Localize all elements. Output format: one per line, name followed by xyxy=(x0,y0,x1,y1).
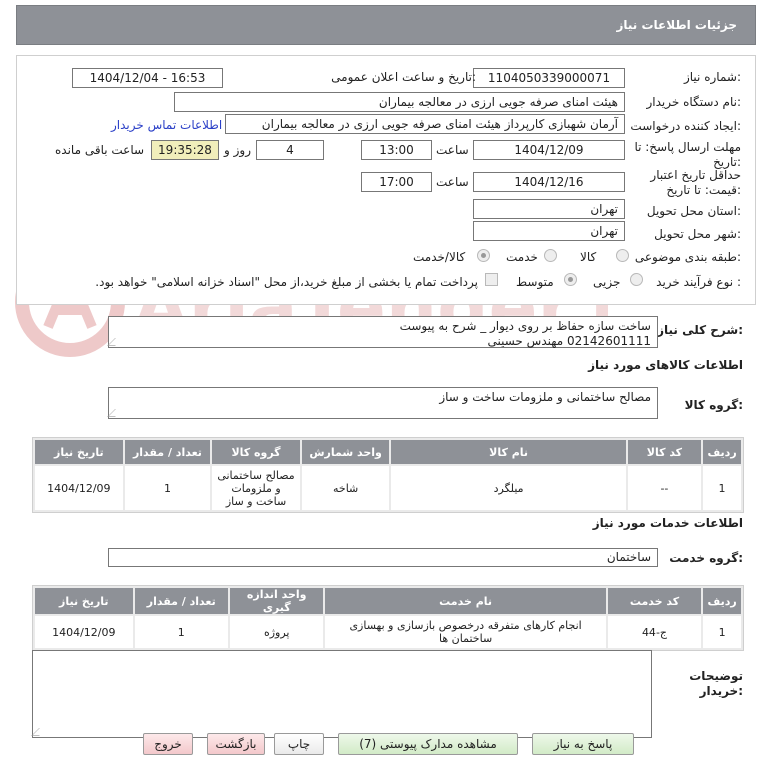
page-title: جزئیات اطلاعات نیاز xyxy=(616,18,737,32)
service-group-label: گروه خدمت: xyxy=(669,551,743,565)
goods-col-unit: واحد شمارش xyxy=(301,440,390,464)
services-col-name: نام خدمت xyxy=(325,588,606,614)
category-radio-goods[interactable] xyxy=(616,249,629,262)
buyer-org-label: نام دستگاه خریدار: xyxy=(646,95,742,109)
table-row: 1 -- میلگرد شاخه مصالح ساختمانی و ملزوما… xyxy=(35,466,741,510)
days-remaining-field: 4 xyxy=(256,140,324,160)
resize-grip-icon[interactable] xyxy=(107,409,123,417)
validity-date-field: 1404/12/16 xyxy=(473,172,625,192)
description-textarea: ساخت سازه حفاظ بر روی دیوار _ شرح به پیو… xyxy=(107,316,658,348)
services-cell-date: 1404/12/09 xyxy=(35,616,133,648)
goods-cell-unit: شاخه xyxy=(301,466,390,510)
description-label: شرح کلی نیاز: xyxy=(657,323,743,337)
buyer-notes-textarea[interactable] xyxy=(31,650,652,738)
goods-table: ردیف کد کالا نام کالا واحد شمارش گروه کا… xyxy=(32,437,744,513)
remaining-time-label: ساعت باقی مانده xyxy=(55,143,145,157)
province-field: تهران xyxy=(473,199,625,219)
need-number-field: 1104050339000071 xyxy=(473,68,625,88)
buyer-org-field: هیئت امنای صرفه جویی ارزی در معالجه بیما… xyxy=(174,92,625,112)
services-col-unit: واحد اندازه گیری xyxy=(230,588,324,614)
services-col-qty: تعداد / مقدار xyxy=(134,588,228,614)
treasury-payment-text: پرداخت تمام یا بخشی از مبلغ خرید،از محل … xyxy=(95,275,478,289)
goods-col-group: گروه کالا xyxy=(212,440,300,464)
deadline-date-field: 1404/12/09 xyxy=(473,140,625,160)
reply-button[interactable]: پاسخ به نیاز xyxy=(532,733,634,755)
services-section-title: اطلاعات خدمات مورد نیاز xyxy=(592,516,743,530)
requester-label: ایجاد کننده درخواست: xyxy=(630,119,741,133)
goods-col-name: نام کالا xyxy=(391,440,626,464)
process-radio-medium[interactable] xyxy=(564,273,577,286)
treasury-payment-checkbox[interactable] xyxy=(485,273,498,286)
process-radio-minor[interactable] xyxy=(630,273,643,286)
service-group-field: ساختمان xyxy=(108,548,658,567)
goods-cell-date: 1404/12/09 xyxy=(35,466,123,510)
category-label: طبقه بندی موضوعی: xyxy=(634,250,741,264)
goods-cell-code: -- xyxy=(627,466,702,510)
city-label: شهر محل تحویل: xyxy=(654,227,741,241)
services-cell-unit: پروژه xyxy=(230,616,324,648)
back-button[interactable]: بازگشت xyxy=(207,733,265,755)
validity-time-field: 17:00 xyxy=(361,172,432,192)
table-row: 1 ج-44 انجام کارهای متفرقه درخصوص بازساز… xyxy=(35,616,741,648)
services-table: ردیف کد خدمت نام خدمت واحد اندازه گیری ت… xyxy=(32,585,744,651)
services-cell-name: انجام کارهای متفرقه درخصوص بازسازی و بهس… xyxy=(325,616,606,648)
process-minor-label: جزیی xyxy=(593,275,621,289)
services-col-date: تاریخ نیاز xyxy=(35,588,133,614)
remaining-time-field: 19:35:28 xyxy=(151,140,219,160)
description-line-1: ساخت سازه حفاظ بر روی دیوار _ شرح به پیو… xyxy=(399,319,651,333)
goods-col-code: کد کالا xyxy=(627,440,702,464)
goods-cell-name: میلگرد xyxy=(391,466,626,510)
validity-time-label: ساعت xyxy=(436,175,469,189)
goods-group-label: گروه کالا: xyxy=(684,398,743,412)
services-cell-row: 1 xyxy=(703,616,741,648)
process-medium-label: متوسط xyxy=(516,275,554,289)
goods-table-header: ردیف کد کالا نام کالا واحد شمارش گروه کا… xyxy=(35,440,741,464)
goods-col-qty: تعداد / مقدار xyxy=(124,440,211,464)
days-label: روز و xyxy=(224,143,251,157)
announce-date-field: 1404/12/04 - 16:53 xyxy=(72,68,223,88)
category-radio-service[interactable] xyxy=(544,249,557,262)
resize-grip-icon[interactable] xyxy=(31,728,47,736)
goods-cell-row: 1 xyxy=(703,466,741,510)
print-button[interactable]: چاپ xyxy=(274,733,324,755)
services-table-header: ردیف کد خدمت نام خدمت واحد اندازه گیری ت… xyxy=(35,588,741,614)
buyer-contact-link[interactable]: اطلاعات تماس خریدار xyxy=(111,118,222,132)
process-type-label: نوع فرآیند خرید : xyxy=(656,275,741,289)
goods-col-row: ردیف xyxy=(703,440,741,464)
province-label: استان محل تحویل: xyxy=(646,204,741,218)
services-cell-code: ج-44 xyxy=(607,616,702,648)
goods-group-field: مصالح ساختمانی و ملزومات ساخت و ساز xyxy=(107,387,658,419)
exit-button[interactable]: خروج xyxy=(143,733,193,755)
city-field: تهران xyxy=(473,221,625,241)
goods-section-title: اطلاعات کالاهای مورد نیاز xyxy=(588,358,743,372)
category-service-label: خدمت xyxy=(506,250,538,264)
services-col-code: کد خدمت xyxy=(607,588,702,614)
goods-group-value: مصالح ساختمانی و ملزومات ساخت و ساز xyxy=(439,390,651,404)
view-attachments-button[interactable]: مشاهده مدارک پیوستی (7) xyxy=(338,733,518,755)
deadline-label: مهلت ارسال پاسخ: تا xyxy=(634,140,741,154)
deadline-time-field: 13:00 xyxy=(361,140,432,160)
page-header: جزئیات اطلاعات نیاز xyxy=(16,5,756,45)
deadline-time-label: ساعت xyxy=(436,143,469,157)
goods-cell-group: مصالح ساختمانی و ملزومات ساخت و ساز xyxy=(212,466,300,510)
announce-date-label: تاریخ و ساعت اعلان عمومی: xyxy=(331,70,476,84)
need-number-label: شماره نیاز: xyxy=(683,70,741,84)
validity-label: حداقل تاریخ اعتبار xyxy=(650,168,741,182)
buyer-notes-label: توضیحات xyxy=(689,669,743,683)
goods-col-date: تاریخ نیاز xyxy=(35,440,123,464)
buyer-notes-label-2: خریدار: xyxy=(699,684,743,698)
category-goods-service-label: کالا/خدمت xyxy=(413,250,466,264)
category-radio-goods-service[interactable] xyxy=(477,249,490,262)
goods-cell-qty: 1 xyxy=(124,466,211,510)
services-cell-qty: 1 xyxy=(134,616,228,648)
services-col-row: ردیف xyxy=(703,588,741,614)
validity-label-date: قیمت: تا تاریخ: xyxy=(666,183,741,197)
category-goods-label: کالا xyxy=(580,250,597,264)
description-line-2: 02142601111 مهندس حسینی xyxy=(487,334,651,348)
deadline-label-date: تاریخ: xyxy=(713,155,741,169)
requester-field: آرمان شهبازی کارپرداز هیئت امنای صرفه جو… xyxy=(225,114,625,134)
